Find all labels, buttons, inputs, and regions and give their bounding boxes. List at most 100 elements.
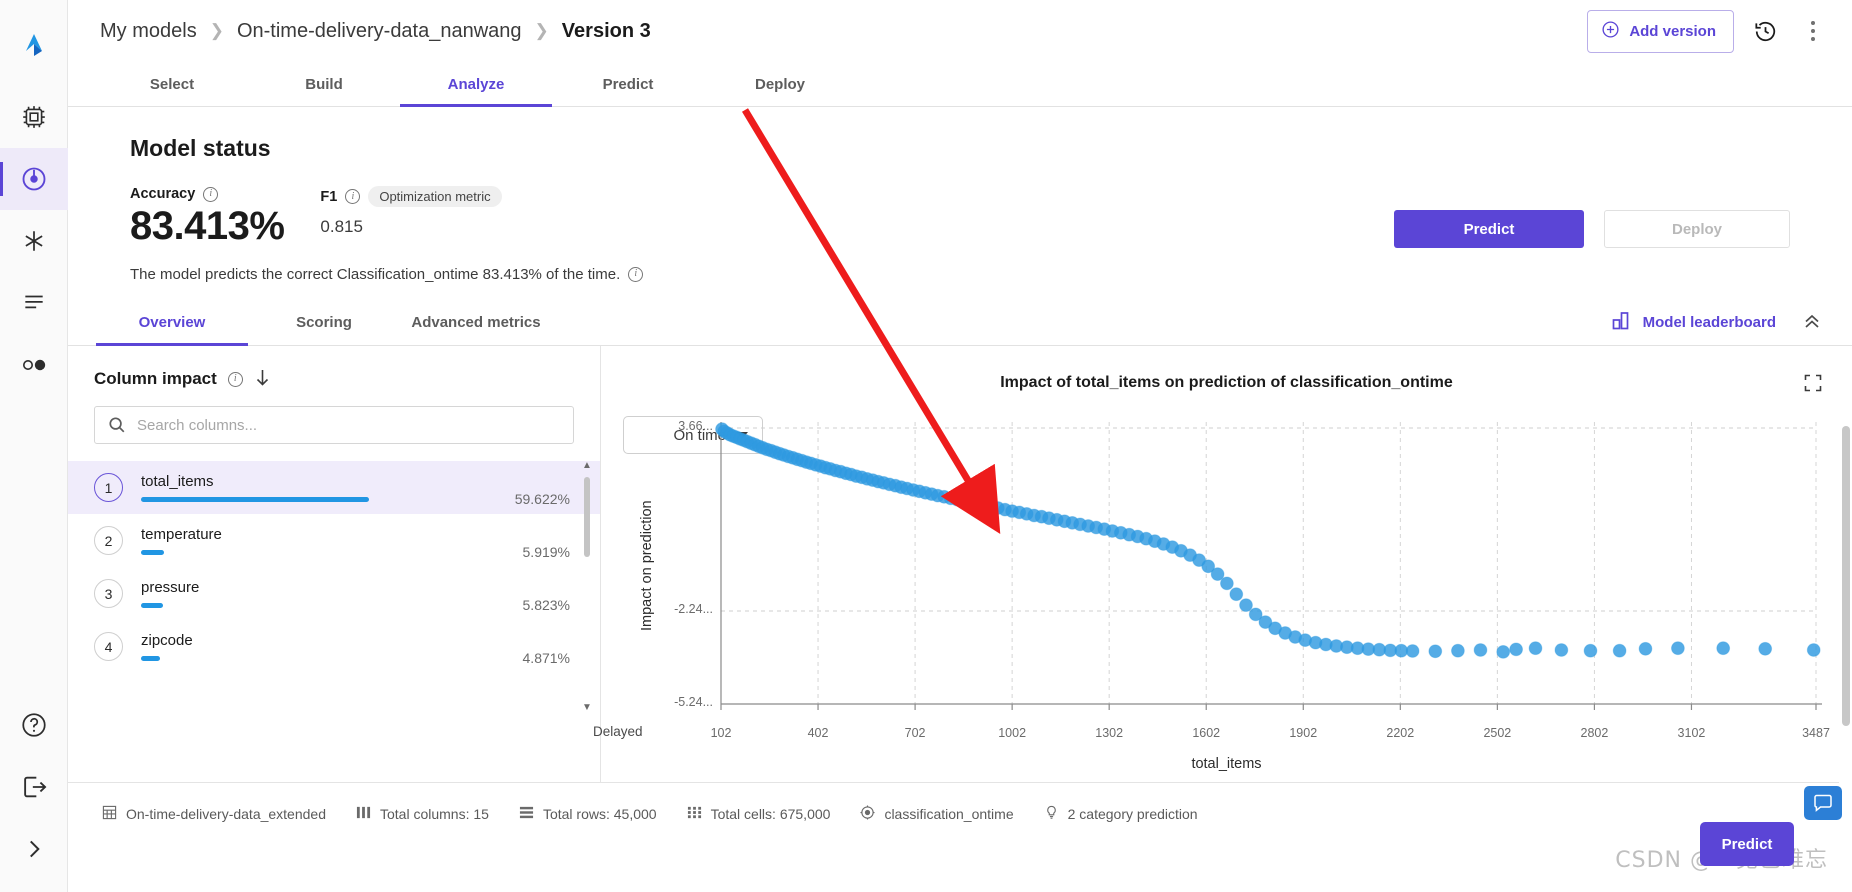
model-status-note-text: The model predicts the correct Classific… — [130, 265, 621, 283]
tab-deploy[interactable]: Deploy — [704, 62, 856, 106]
breadcrumb-item-my-models[interactable]: My models — [100, 20, 197, 43]
status-bar-items: On-time-delivery-data_extended Total col… — [102, 805, 1852, 823]
kebab-menu-icon[interactable] — [1796, 14, 1830, 48]
optimization-metric-badge: Optimization metric — [368, 186, 502, 207]
f1-metric: F1 i Optimization metric 0.815 — [320, 186, 502, 237]
add-version-label: Add version — [1629, 22, 1716, 40]
breadcrumb-separator-icon: ❯ — [534, 21, 549, 40]
status-total-columns: Total columns: 15 — [356, 805, 489, 823]
list-item[interactable]: 2 temperature 5.919% — [68, 514, 600, 567]
accuracy-value: 83.413% — [130, 204, 285, 248]
floating-predict-button[interactable]: Predict — [1700, 822, 1794, 866]
x-tick-label: 3487 — [1802, 726, 1830, 740]
info-icon[interactable]: i — [628, 266, 644, 282]
chat-support-icon[interactable] — [1804, 786, 1842, 820]
status-dataset-label: On-time-delivery-data_extended — [126, 806, 326, 822]
add-version-button[interactable]: Add version — [1587, 9, 1734, 53]
f1-value: 0.815 — [320, 217, 363, 236]
help-icon[interactable] — [0, 694, 68, 756]
list-item[interactable]: 1 total_items 59.622% — [68, 461, 600, 514]
columns-icon — [356, 805, 371, 823]
left-nav-rail — [0, 0, 68, 892]
sidebar-item-list[interactable] — [0, 272, 68, 334]
header-actions: Add version — [1587, 9, 1830, 53]
tab-scoring[interactable]: Scoring — [248, 300, 400, 345]
x-tick-label: 1602 — [1192, 726, 1221, 740]
app-header: My models ❯ On-time-delivery-data_nanwan… — [68, 0, 1852, 62]
scrollbar-thumb[interactable] — [1842, 426, 1850, 726]
tab-overview[interactable]: Overview — [96, 300, 248, 346]
column-impact-title: Column impact — [94, 369, 217, 388]
breadcrumb-item-version: Version 3 — [561, 19, 651, 42]
tab-build[interactable]: Build — [248, 62, 400, 106]
search-columns-input[interactable] — [94, 406, 574, 444]
rows-icon — [519, 805, 534, 823]
status-target-column-label: classification_ontime — [884, 806, 1014, 822]
info-icon[interactable]: i — [227, 371, 243, 387]
predict-button[interactable]: Predict — [1394, 210, 1584, 248]
column-impact-scrollbar[interactable]: ▲ ▼ — [582, 461, 592, 713]
impact-pct: 5.823% — [522, 597, 570, 613]
page-title: Model status — [130, 135, 271, 161]
rank-badge: 4 — [94, 632, 123, 661]
f1-label-row: F1 i Optimization metric — [320, 186, 502, 207]
secondary-tabs-actions: Model leaderboard — [1612, 300, 1852, 345]
y-tick-label: -2.24... — [674, 601, 713, 616]
x-tick-label: 1002 — [998, 726, 1027, 740]
page-scrollbar[interactable] — [1839, 420, 1852, 892]
column-impact-list: 1 total_items 59.622% 2 temperature 5.91… — [68, 461, 600, 721]
scroll-up-arrow-icon[interactable]: ▲ — [582, 461, 592, 471]
column-impact-panel: Column impact i 1 total_items 59.622% — [68, 346, 601, 782]
status-prediction-type: 2 category prediction — [1044, 805, 1198, 823]
x-tick-label: 102 — [710, 726, 732, 740]
impact-pct: 4.871% — [522, 650, 570, 666]
list-item[interactable]: 3 pressure 5.823% — [68, 567, 600, 620]
tab-analyze[interactable]: Analyze — [400, 62, 552, 107]
deploy-button: Deploy — [1604, 210, 1790, 248]
scatter-plot[interactable] — [601, 346, 1852, 782]
sidebar-item-models[interactable] — [0, 148, 68, 210]
arrow-down-icon[interactable] — [254, 368, 271, 390]
double-chevron-up-icon[interactable] — [1802, 312, 1822, 334]
sidebar-item-experiments[interactable] — [0, 210, 68, 272]
model-leaderboard-link[interactable]: Model leaderboard — [1612, 311, 1776, 334]
tab-advanced-metrics[interactable]: Advanced metrics — [400, 300, 552, 345]
scroll-down-arrow-icon[interactable]: ▼ — [582, 703, 592, 713]
x-tick-label: 402 — [807, 726, 829, 740]
bar-chart-icon — [1612, 311, 1632, 334]
info-icon[interactable]: i — [203, 186, 219, 202]
breadcrumb-separator-icon: ❯ — [209, 21, 224, 40]
scrollbar-thumb[interactable] — [584, 477, 590, 557]
status-total-cells: Total cells: 675,000 — [687, 805, 830, 823]
status-total-rows-label: Total rows: 45,000 — [542, 806, 657, 822]
breadcrumb-item-model[interactable]: On-time-delivery-data_nanwang — [237, 20, 522, 43]
status-action-buttons: Predict Deploy — [1394, 210, 1790, 248]
plus-circle-icon — [1601, 20, 1620, 43]
search-icon — [108, 416, 126, 439]
impact-pct: 5.919% — [522, 544, 570, 560]
accuracy-metric: Accuracy i 83.413% — [130, 186, 285, 249]
column-name: temperature — [141, 526, 222, 543]
expand-rail-icon[interactable] — [0, 818, 68, 880]
cells-icon — [687, 805, 702, 823]
sidebar-item-deployments[interactable] — [0, 334, 68, 396]
y-tick-label: -5.24... — [674, 695, 713, 709]
sign-out-icon[interactable] — [0, 756, 68, 818]
tab-predict[interactable]: Predict — [552, 62, 704, 106]
tab-select[interactable]: Select — [96, 62, 248, 106]
status-prediction-type-label: 2 category prediction — [1067, 806, 1198, 822]
impact-bar — [141, 656, 160, 661]
info-icon[interactable]: i — [345, 189, 361, 204]
impact-bar — [141, 497, 369, 502]
list-item[interactable]: 4 zipcode 4.871% — [68, 620, 600, 673]
bulb-icon — [1044, 805, 1059, 823]
accuracy-label: Accuracy — [130, 186, 196, 202]
history-clock-icon[interactable] — [1748, 14, 1782, 48]
x-tick-label: 1302 — [1095, 726, 1124, 740]
accuracy-label-row: Accuracy i — [130, 186, 284, 202]
model-leaderboard-label: Model leaderboard — [1642, 314, 1776, 331]
f1-label: F1 — [320, 188, 338, 205]
sidebar-item-datasets[interactable] — [0, 86, 68, 148]
impact-bar — [141, 550, 164, 555]
app-logo-icon[interactable] — [0, 14, 68, 76]
